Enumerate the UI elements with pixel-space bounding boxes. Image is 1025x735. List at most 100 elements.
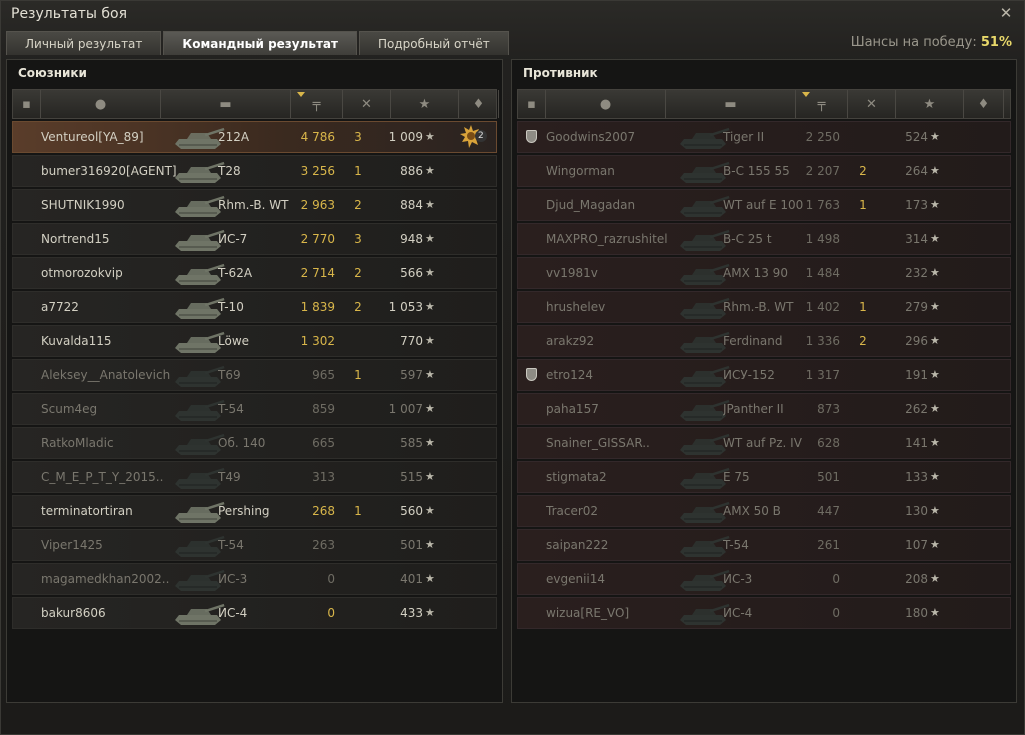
close-icon[interactable]: ✕ (998, 5, 1014, 21)
allies-player-row[interactable]: bakur8606 ИС-4 0 433 ★ (12, 597, 497, 629)
xp-star-icon: ★ (930, 470, 940, 483)
allies-header-player-icon[interactable]: ● (41, 90, 161, 118)
allies-rows: Ventureol[YA_89] 212A 4 786 3 1 009 ★ 2 bumer31… (12, 121, 497, 631)
enemies-player-row[interactable]: stigmata2 E 75 501 133 ★ (517, 461, 1011, 493)
allies-table-header: ▪ ● ▬ ╤ ✕ ★ ♦ (12, 89, 499, 119)
allies-player-row[interactable]: Scum4eg T-54 859 1 007 ★ (12, 393, 497, 425)
xp-value: 262 (905, 402, 928, 416)
enemies-player-row[interactable]: arakz92 Ferdinand 1 336 2 296 ★ (517, 325, 1011, 357)
enemies-player-row[interactable]: Tracer02 AMX 50 B 447 130 ★ (517, 495, 1011, 527)
allies-player-row[interactable]: C_M_E_P_T_Y_2015.. T49 313 515 ★ (12, 461, 497, 493)
allies-header-damage-icon[interactable]: ╤ (291, 90, 343, 118)
kills-value: 2 (859, 334, 867, 348)
player-name: Scum4eg (41, 402, 98, 416)
player-name: wizua[RE_VO] (546, 606, 630, 620)
allies-player-row[interactable]: a7722 T-10 1 839 2 1 053 ★ (12, 291, 497, 323)
player-name: magamedkhan2002.. (41, 572, 170, 586)
win-chance-label: Шансы на победу: (850, 35, 977, 50)
allies-player-row[interactable]: Nortrend15 ИС-7 2 770 3 948 ★ (12, 223, 497, 255)
enemies-header-platoon-icon[interactable]: ▪ (518, 90, 546, 118)
enemies-panel: Противник ▪ ● ▬ ╤ ✕ ★ ♦ Goodwins2007 Tiger II 2 … (511, 59, 1017, 703)
kills-value (848, 394, 878, 424)
enemies-player-row[interactable]: hrushelev Rhm.-B. WT 1 402 1 279 ★ (517, 291, 1011, 323)
enemies-player-row[interactable]: Goodwins2007 Tiger II 2 250 524 ★ (517, 121, 1011, 153)
xp-value: 232 (905, 266, 928, 280)
enemies-player-row[interactable]: paha157 JPanther II 873 262 ★ (517, 393, 1011, 425)
allies-player-row[interactable]: Viper1425 T-54 263 501 ★ (12, 529, 497, 561)
damage-value: 2 963 (300, 198, 335, 212)
damage-value: 628 (817, 436, 840, 450)
enemies-player-row[interactable]: evgenii14 ИС-3 0 208 ★ (517, 563, 1011, 595)
player-name: Snainer_GISSAR.. (546, 436, 650, 450)
allies-player-row[interactable]: SHUTNIK1990 Rhm.-B. WT 2 963 2 884 ★ (12, 189, 497, 221)
xp-value: 133 (905, 470, 928, 484)
allies-header-medal-icon[interactable]: ♦ (459, 90, 499, 118)
xp-star-icon: ★ (930, 436, 940, 449)
enemies-header-kills-icon[interactable]: ✕ (848, 90, 896, 118)
damage-value: 1 484 (805, 266, 840, 280)
xp-value: 191 (905, 368, 928, 382)
damage-value: 0 (327, 606, 335, 620)
allies-player-row[interactable]: Ventureol[YA_89] 212A 4 786 3 1 009 ★ 2 (12, 121, 497, 153)
kills-value (343, 598, 373, 628)
tab-team-result[interactable]: Командный результат (163, 31, 357, 55)
allies-player-row[interactable]: Kuvalda115 Löwe 1 302 770 ★ (12, 325, 497, 357)
enemies-player-row[interactable]: Snainer_GISSAR.. WT auf Pz. IV 628 141 ★ (517, 427, 1011, 459)
allies-player-row[interactable]: Aleksey__Anatolevich T69 965 1 597 ★ (12, 359, 497, 391)
allies-header-kills-icon[interactable]: ✕ (343, 90, 391, 118)
xp-star-icon: ★ (930, 606, 940, 619)
kills-value: 2 (354, 300, 362, 314)
xp-star-icon: ★ (930, 368, 940, 381)
enemies-header-xp-star-icon[interactable]: ★ (896, 90, 964, 118)
xp-star-icon: ★ (425, 402, 435, 415)
kills-value (848, 564, 878, 594)
xp-value: 770 (400, 334, 423, 348)
allies-player-row[interactable]: terminatortiran Pershing 268 1 560 ★ (12, 495, 497, 527)
kills-value: 2 (354, 266, 362, 280)
damage-value: 2 714 (300, 266, 335, 280)
player-name: Nortrend15 (41, 232, 110, 246)
xp-star-icon: ★ (930, 300, 940, 313)
damage-value: 873 (817, 402, 840, 416)
enemies-header-damage-icon[interactable]: ╤ (796, 90, 848, 118)
kills-value (848, 224, 878, 254)
xp-value: 524 (905, 130, 928, 144)
damage-value: 261 (817, 538, 840, 552)
xp-star-icon: ★ (425, 606, 435, 619)
enemies-player-row[interactable]: Wingorman B-C 155 55 2 207 2 264 ★ (517, 155, 1011, 187)
kills-value (343, 530, 373, 560)
allies-header-xp-star-icon[interactable]: ★ (391, 90, 459, 118)
allies-player-row[interactable]: otmorozokvip T-62A 2 714 2 566 ★ (12, 257, 497, 289)
allies-player-row[interactable]: magamedkhan2002.. ИС-3 0 401 ★ (12, 563, 497, 595)
damage-value: 0 (832, 572, 840, 586)
enemies-player-row[interactable]: wizua[RE_VO] ИС-4 0 180 ★ (517, 597, 1011, 629)
enemies-header-tank-icon[interactable]: ▬ (666, 90, 796, 118)
enemies-player-row[interactable]: vv1981v AMX 13 90 1 484 232 ★ (517, 257, 1011, 289)
player-name: SHUTNIK1990 (41, 198, 125, 212)
tab-personal-result[interactable]: Личный результат (6, 31, 162, 55)
damage-value: 2 770 (300, 232, 335, 246)
xp-star-icon: ★ (425, 470, 435, 483)
enemies-player-row[interactable]: MAXPRO_razrushitel B-C 25 t1 498 314 ★ (517, 223, 1011, 255)
enemies-player-row[interactable]: Djud_Magadan WT auf E 100 1 763 1 173 ★ (517, 189, 1011, 221)
enemies-header-medal-icon[interactable]: ♦ (964, 90, 1004, 118)
enemies-header-player-icon[interactable]: ● (546, 90, 666, 118)
achievement-medal-icon[interactable]: 2 (459, 122, 487, 152)
tab-detailed-report[interactable]: Подробный отчёт (358, 31, 509, 55)
allies-header-tank-icon[interactable]: ▬ (161, 90, 291, 118)
enemies-player-row[interactable]: etro124 ИСУ-152 1 317 191 ★ (517, 359, 1011, 391)
allies-player-row[interactable]: bumer316920[AGENT] T28 3 256 1 886 ★ (12, 155, 497, 187)
enemies-player-row[interactable]: saipan222 T-54 261 107 ★ (517, 529, 1011, 561)
xp-star-icon: ★ (930, 130, 940, 143)
allies-header-platoon-icon[interactable]: ▪ (13, 90, 41, 118)
kills-value (848, 428, 878, 458)
xp-star-icon: ★ (930, 232, 940, 245)
player-name: bakur8606 (41, 606, 106, 620)
damage-value: 0 (327, 572, 335, 586)
xp-star-icon: ★ (930, 402, 940, 415)
xp-value: 208 (905, 572, 928, 586)
xp-value: 884 (400, 198, 423, 212)
player-name: bumer316920[AGENT] (41, 164, 177, 178)
player-name: etro124 (546, 368, 594, 382)
allies-player-row[interactable]: RatkoMladic Об. 140 665 585 ★ (12, 427, 497, 459)
